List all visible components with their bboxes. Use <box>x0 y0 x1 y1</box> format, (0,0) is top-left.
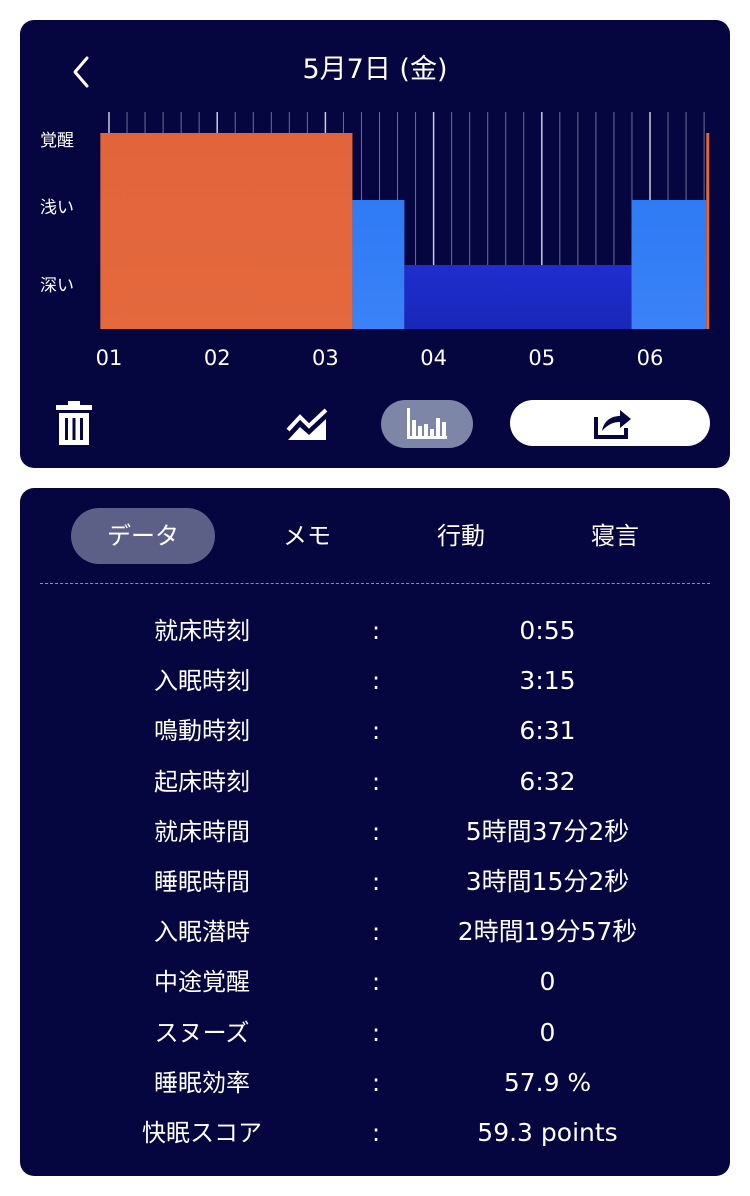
data-row: 入眠潜時: 2時間19分57秒 <box>20 907 730 957</box>
data-row: 中途覚醒: 0 <box>20 957 730 1007</box>
data-row: 睡眠時間: 3時間15分2秒 <box>20 857 730 907</box>
row-label: 就床時間 <box>154 817 250 846</box>
row-colon: : <box>371 867 381 896</box>
row-value: 3時間15分2秒 <box>465 866 630 896</box>
row-colon: : <box>371 817 381 846</box>
row-label: 睡眠時間 <box>154 867 250 896</box>
data-row: 起床時刻: 6:32 <box>20 757 730 807</box>
row-colon: : <box>371 968 381 997</box>
line-chart-button[interactable] <box>282 400 334 448</box>
tab-action[interactable]: 行動 <box>399 508 523 564</box>
row-label: 入眠時刻 <box>154 667 250 696</box>
share-icon <box>594 410 631 439</box>
row-label: 鳴動時刻 <box>154 717 250 746</box>
row-colon: : <box>371 1018 381 1047</box>
row-colon: : <box>371 717 381 746</box>
x-axis-tick-label: 01 <box>96 346 123 370</box>
tab-data[interactable]: データ <box>71 508 215 564</box>
row-value: 59.3 points <box>477 1117 618 1147</box>
sleep-segment <box>352 200 405 329</box>
row-value: 6:31 <box>519 716 576 746</box>
row-label: 入眠潜時 <box>154 918 250 947</box>
sleep-segment <box>100 133 353 329</box>
row-value: 0:55 <box>519 616 576 645</box>
row-colon: : <box>371 1068 381 1097</box>
tab-sleep-talk[interactable]: 寝言 <box>553 508 677 564</box>
row-value: 3:15 <box>519 666 576 696</box>
sleep-chart-card: 5月7日 (金) 覚醒 浅い 深い 01 02 03 04 05 06 <box>20 20 730 468</box>
y-axis-label: 覚醒 <box>40 131 74 151</box>
data-row: スヌーズ: 0 <box>20 1008 730 1058</box>
sleep-data-card: データ メモ 行動 寝言 就床時刻: 0:55 入眠時刻: 3:15 鳴動時刻: 6:31… <box>20 488 730 1176</box>
sleep-data-list: 就床時刻: 0:55 入眠時刻: 3:15 鳴動時刻: 6:31 起床時刻: 6:32 就床時間… <box>20 606 730 1158</box>
data-row: 快眠スコア: 59.3 points <box>20 1108 730 1158</box>
x-axis-tick-label: 06 <box>637 346 664 370</box>
x-axis-tick-label: 03 <box>312 346 339 370</box>
divider <box>40 583 710 584</box>
y-axis-label: 浅い <box>40 198 74 218</box>
row-colon: : <box>371 767 381 796</box>
tab-memo[interactable]: メモ <box>245 508 369 564</box>
data-row: 入眠時刻: 3:15 <box>20 656 730 706</box>
row-label: 就床時刻 <box>154 617 250 645</box>
row-colon: : <box>371 918 381 947</box>
bar-chart-button[interactable] <box>381 400 473 448</box>
sleep-segment <box>631 200 707 329</box>
line-chart-icon <box>286 408 328 440</box>
x-axis-tick-label: 04 <box>420 346 447 370</box>
sleep-segment <box>404 265 632 329</box>
x-axis-tick-label: 02 <box>204 346 231 370</box>
bar-chart-icon <box>407 408 447 439</box>
data-row: 睡眠効率: 57.9 % <box>20 1058 730 1108</box>
row-label: 快眠スコア <box>142 1118 262 1147</box>
data-row: 就床時間: 5時間37分2秒 <box>20 807 730 857</box>
sleep-stage-chart: 覚醒浅い深い 01 02 03 04 05 06 <box>40 112 710 370</box>
y-axis-label: 深い <box>40 276 74 296</box>
row-colon: : <box>371 667 381 696</box>
row-label: スヌーズ <box>154 1018 250 1047</box>
share-button[interactable] <box>510 400 710 446</box>
row-label: 中途覚醒 <box>154 968 250 997</box>
data-row: 鳴動時刻: 6:31 <box>20 706 730 756</box>
row-value: 2時間19分57秒 <box>457 917 638 947</box>
row-value: 57.9 % <box>503 1067 592 1097</box>
data-row: 就床時刻: 0:55 <box>20 606 730 656</box>
trash-icon <box>56 401 92 445</box>
sleep-segment <box>706 133 710 329</box>
row-value: 6:32 <box>519 766 576 796</box>
row-value: 0 <box>539 967 556 997</box>
delete-button[interactable] <box>50 400 98 448</box>
row-value: 5時間37分2秒 <box>465 816 630 846</box>
x-axis-tick-label: 05 <box>528 346 555 370</box>
row-label: 起床時刻 <box>154 767 250 796</box>
row-colon: : <box>371 617 381 645</box>
row-label: 睡眠効率 <box>154 1068 250 1097</box>
row-colon: : <box>371 1118 381 1147</box>
row-value: 0 <box>539 1017 556 1047</box>
tab-bar: データ メモ 行動 寝言 <box>40 508 710 564</box>
